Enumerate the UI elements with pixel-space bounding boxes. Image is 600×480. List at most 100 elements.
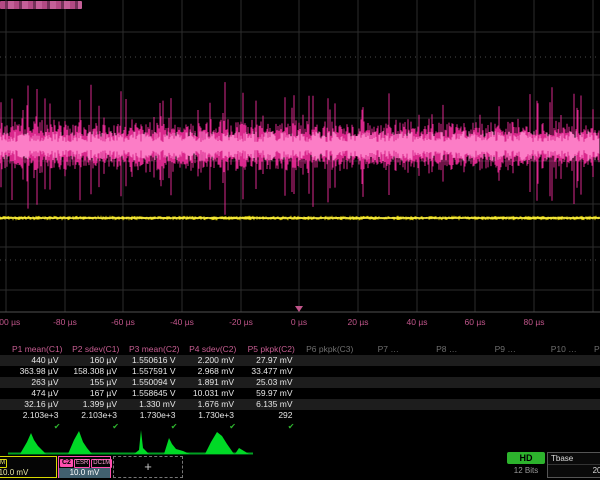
measurement-value xyxy=(418,366,477,377)
measurement-value: 2.968 mV xyxy=(184,366,243,377)
measurement-value xyxy=(301,355,360,366)
measurement-column-p11[interactable]: P11 … xyxy=(593,344,600,432)
measurement-value xyxy=(359,366,418,377)
measurement-value: 1.558645 V xyxy=(125,388,184,399)
measurement-value xyxy=(359,410,418,421)
measurement-value: 59.97 mV xyxy=(242,388,301,399)
measurement-header[interactable]: P4 sdev(C2) xyxy=(184,344,243,355)
channel-c1-descriptor[interactable]: C1 DC1M 10.0 mV xyxy=(0,456,57,478)
trace-annotation-badge xyxy=(0,1,82,9)
measurement-value: 27.97 mV xyxy=(242,355,301,366)
measurement-value: 158.308 µV xyxy=(67,366,126,377)
measurement-value: 1.550616 V xyxy=(125,355,184,366)
measurement-column-p1[interactable]: P1 mean(C1)440 µV363.98 µV263 µV474 µV32… xyxy=(8,344,67,432)
measurement-column-p4[interactable]: P4 sdev(C2)2.200 mV2.968 mV1.891 mV10.03… xyxy=(184,344,243,432)
time-tick-label: -100 µs xyxy=(0,317,20,327)
time-tick-label: -20 µs xyxy=(229,317,253,327)
measurement-value xyxy=(476,410,535,421)
measurement-header[interactable]: P5 pkpk(C2) xyxy=(242,344,301,355)
measurement-value xyxy=(418,399,477,410)
measurement-value: 1.330 mV xyxy=(125,399,184,410)
time-tick-label: 20 µs xyxy=(348,317,369,327)
measurement-value xyxy=(535,388,594,399)
measurement-header[interactable]: P1 mean(C1) xyxy=(8,344,67,355)
measurement-value: 1.730e+3 xyxy=(125,410,184,421)
time-tick-label: 0 µs xyxy=(291,317,307,327)
measurement-value: 292 xyxy=(242,410,301,421)
measurement-value xyxy=(301,410,360,421)
measurement-value xyxy=(535,399,594,410)
measurement-value xyxy=(593,410,600,421)
measurement-value xyxy=(593,377,600,388)
measurement-header[interactable]: P7 … xyxy=(359,344,418,355)
c2-coupling-badge: DC1M xyxy=(91,459,112,468)
c1-coupling-badge: DC1M xyxy=(0,459,7,468)
measurement-value: 263 µV xyxy=(8,377,67,388)
measurement-header[interactable]: P8 … xyxy=(418,344,477,355)
measurement-value xyxy=(301,366,360,377)
measurement-value: 160 µV xyxy=(67,355,126,366)
timebase-scale: 20.0 µs/div xyxy=(548,465,600,477)
c2-tag: C2 xyxy=(60,459,73,467)
measurement-column-p2[interactable]: P2 sdev(C1)160 µV158.308 µV155 µV167 µV1… xyxy=(67,344,126,432)
measurement-value: 167 µV xyxy=(67,388,126,399)
measurement-value: 1.399 µV xyxy=(67,399,126,410)
oscilloscope-screen: -100 µs-80 µs-60 µs-40 µs-20 µs0 µs20 µs… xyxy=(0,0,600,480)
measurement-column-p5[interactable]: P5 pkpk(C2)27.97 mV33.477 mV25.03 mV59.9… xyxy=(242,344,301,432)
measurement-header[interactable]: P11 … xyxy=(593,344,600,355)
add-trace-button[interactable]: + xyxy=(113,456,183,478)
measurement-header[interactable]: P9 … xyxy=(476,344,535,355)
plus-icon: + xyxy=(144,459,152,474)
measurement-value: 440 µV xyxy=(8,355,67,366)
measurement-value xyxy=(359,399,418,410)
measurement-value: 363.98 µV xyxy=(8,366,67,377)
measurement-value: 10.031 mV xyxy=(184,388,243,399)
measurement-header[interactable]: P6 pkpk(C3) xyxy=(301,344,360,355)
measurement-value: 33.477 mV xyxy=(242,366,301,377)
hd-bits-label: 12 Bits xyxy=(507,466,545,475)
time-axis: -100 µs-80 µs-60 µs-40 µs-20 µs0 µs20 µs… xyxy=(0,315,600,331)
measurement-value: 474 µV xyxy=(8,388,67,399)
measurement-value: 1.730e+3 xyxy=(184,410,243,421)
time-tick-label: -40 µs xyxy=(170,317,194,327)
measurement-column-p3[interactable]: P3 mean(C2)1.550616 V1.557591 V1.550094 … xyxy=(125,344,184,432)
measurement-value: 2.103e+3 xyxy=(8,410,67,421)
c2-vertical-scale: 10.0 mV xyxy=(59,468,110,478)
measurement-header[interactable]: P10 … xyxy=(535,344,594,355)
measurement-value xyxy=(593,366,600,377)
descriptor-bar: C1 DC1M 10.0 mV C2 ESR DC1M 10.0 mV + HD… xyxy=(0,450,600,480)
c1-vertical-scale: 10.0 mV xyxy=(0,468,56,478)
measurement-header[interactable]: P2 sdev(C1) xyxy=(67,344,126,355)
measurement-value xyxy=(593,399,600,410)
measurement-header[interactable]: P3 mean(C2) xyxy=(125,344,184,355)
measurement-value xyxy=(476,388,535,399)
c2-esr-badge: ESR xyxy=(74,459,90,468)
timebase-descriptor[interactable]: Tbase 20.0 µs/div xyxy=(547,452,600,478)
waveform-grid-area[interactable] xyxy=(0,0,600,315)
hd-mode-badge[interactable]: HD xyxy=(507,452,545,464)
measurement-value xyxy=(535,366,594,377)
measurement-value: 1.550094 V xyxy=(125,377,184,388)
measurement-value xyxy=(301,399,360,410)
measurement-value xyxy=(359,388,418,399)
measurement-value xyxy=(359,377,418,388)
time-tick-label: -80 µs xyxy=(53,317,77,327)
measurement-column-p10[interactable]: P10 … xyxy=(535,344,594,432)
measurement-value xyxy=(301,388,360,399)
measurement-column-p6[interactable]: P6 pkpk(C3) xyxy=(301,344,360,432)
measurement-column-p9[interactable]: P9 … xyxy=(476,344,535,432)
measurement-value: 32.16 µV xyxy=(8,399,67,410)
measurement-column-p8[interactable]: P8 … xyxy=(418,344,477,432)
measurement-value xyxy=(418,377,477,388)
measurement-value xyxy=(301,377,360,388)
timebase-label: Tbase xyxy=(548,453,600,465)
channel-c2-descriptor[interactable]: C2 ESR DC1M 10.0 mV xyxy=(58,456,111,478)
measurement-column-p7[interactable]: P7 … xyxy=(359,344,418,432)
measurement-value xyxy=(418,410,477,421)
measurement-value xyxy=(535,377,594,388)
measurement-value xyxy=(535,410,594,421)
measurement-value xyxy=(418,355,477,366)
measurement-table[interactable]: P1 mean(C1)440 µV363.98 µV263 µV474 µV32… xyxy=(0,344,600,432)
waveform-plot xyxy=(0,0,600,315)
measurement-value xyxy=(476,399,535,410)
